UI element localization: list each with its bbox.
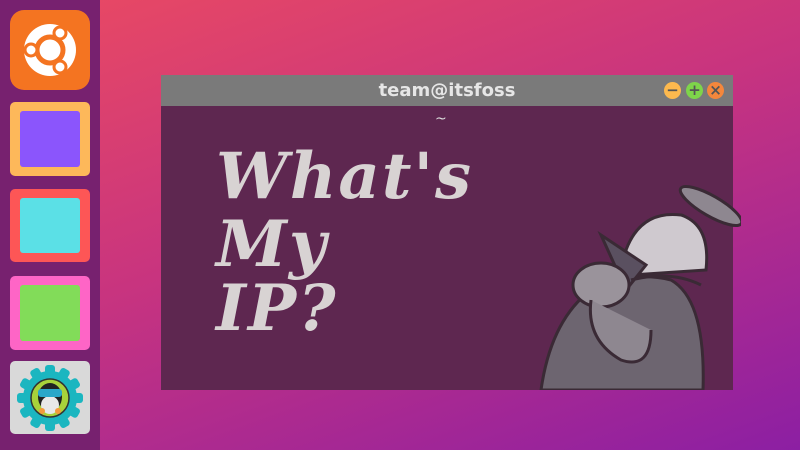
dock (0, 0, 100, 450)
maximize-icon: + (688, 81, 701, 99)
minimize-button[interactable]: − (664, 82, 681, 99)
app-cyan-launcher[interactable] (10, 189, 90, 262)
minimize-icon: − (666, 81, 679, 99)
maximize-button[interactable]: + (686, 82, 703, 99)
itsfoss-launcher[interactable] (10, 361, 90, 434)
title-bar[interactable]: team@itsfoss − + × (161, 75, 733, 106)
penguin-illustration (539, 184, 741, 390)
headline-line-1: What's (216, 139, 474, 214)
app-green-launcher[interactable] (10, 276, 90, 350)
headline-line-2: My (216, 207, 329, 282)
app-icon (20, 111, 80, 167)
ubuntu-logo-icon (23, 24, 76, 76)
itsfoss-penguin-gear-icon (17, 365, 83, 431)
app-icon (20, 285, 80, 341)
terminal-window: team@itsfoss − + × ~ What's My IP? (161, 75, 741, 390)
ubuntu-launcher[interactable] (10, 10, 90, 90)
headline-line-3: IP? (216, 271, 338, 346)
close-icon: × (709, 81, 722, 99)
terminal-prompt: ~ (435, 111, 447, 127)
close-button[interactable]: × (707, 82, 724, 99)
app-purple-launcher[interactable] (10, 102, 90, 176)
window-title: team@itsfoss (378, 80, 516, 101)
app-icon (20, 198, 80, 253)
